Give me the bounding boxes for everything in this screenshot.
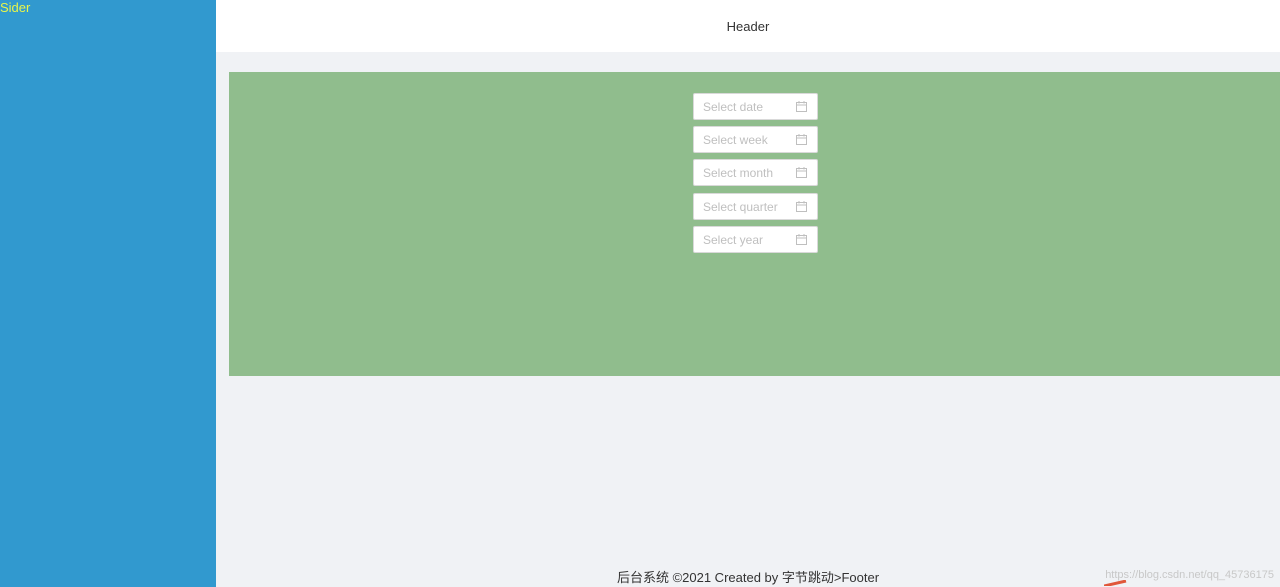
header-title: Header [726, 18, 770, 34]
content-area [229, 72, 1280, 376]
app-layout: Sider Header Select date Select week Sel… [0, 0, 1280, 587]
calendar-icon [796, 201, 807, 212]
year-picker[interactable] [693, 226, 818, 253]
week-input[interactable] [694, 127, 803, 152]
year-input[interactable] [694, 227, 803, 252]
date-picker[interactable] [693, 93, 818, 120]
month-picker[interactable] [693, 159, 818, 186]
sider-title: Sider [0, 0, 31, 15]
footer-text: 后台系统 ©2021 Created by 字节跳动>Footer [616, 570, 880, 585]
calendar-icon [796, 101, 807, 112]
calendar-icon [796, 234, 807, 245]
sider: Sider [0, 0, 216, 587]
header: Header [216, 0, 1280, 52]
quarter-input[interactable] [694, 194, 803, 219]
week-picker[interactable] [693, 126, 818, 153]
watermark: https://blog.csdn.net/qq_45736175 [1105, 569, 1274, 581]
calendar-icon [796, 134, 807, 145]
calendar-icon [796, 167, 807, 178]
date-input[interactable] [694, 94, 803, 119]
month-input[interactable] [694, 160, 803, 185]
quarter-picker[interactable] [693, 193, 818, 220]
